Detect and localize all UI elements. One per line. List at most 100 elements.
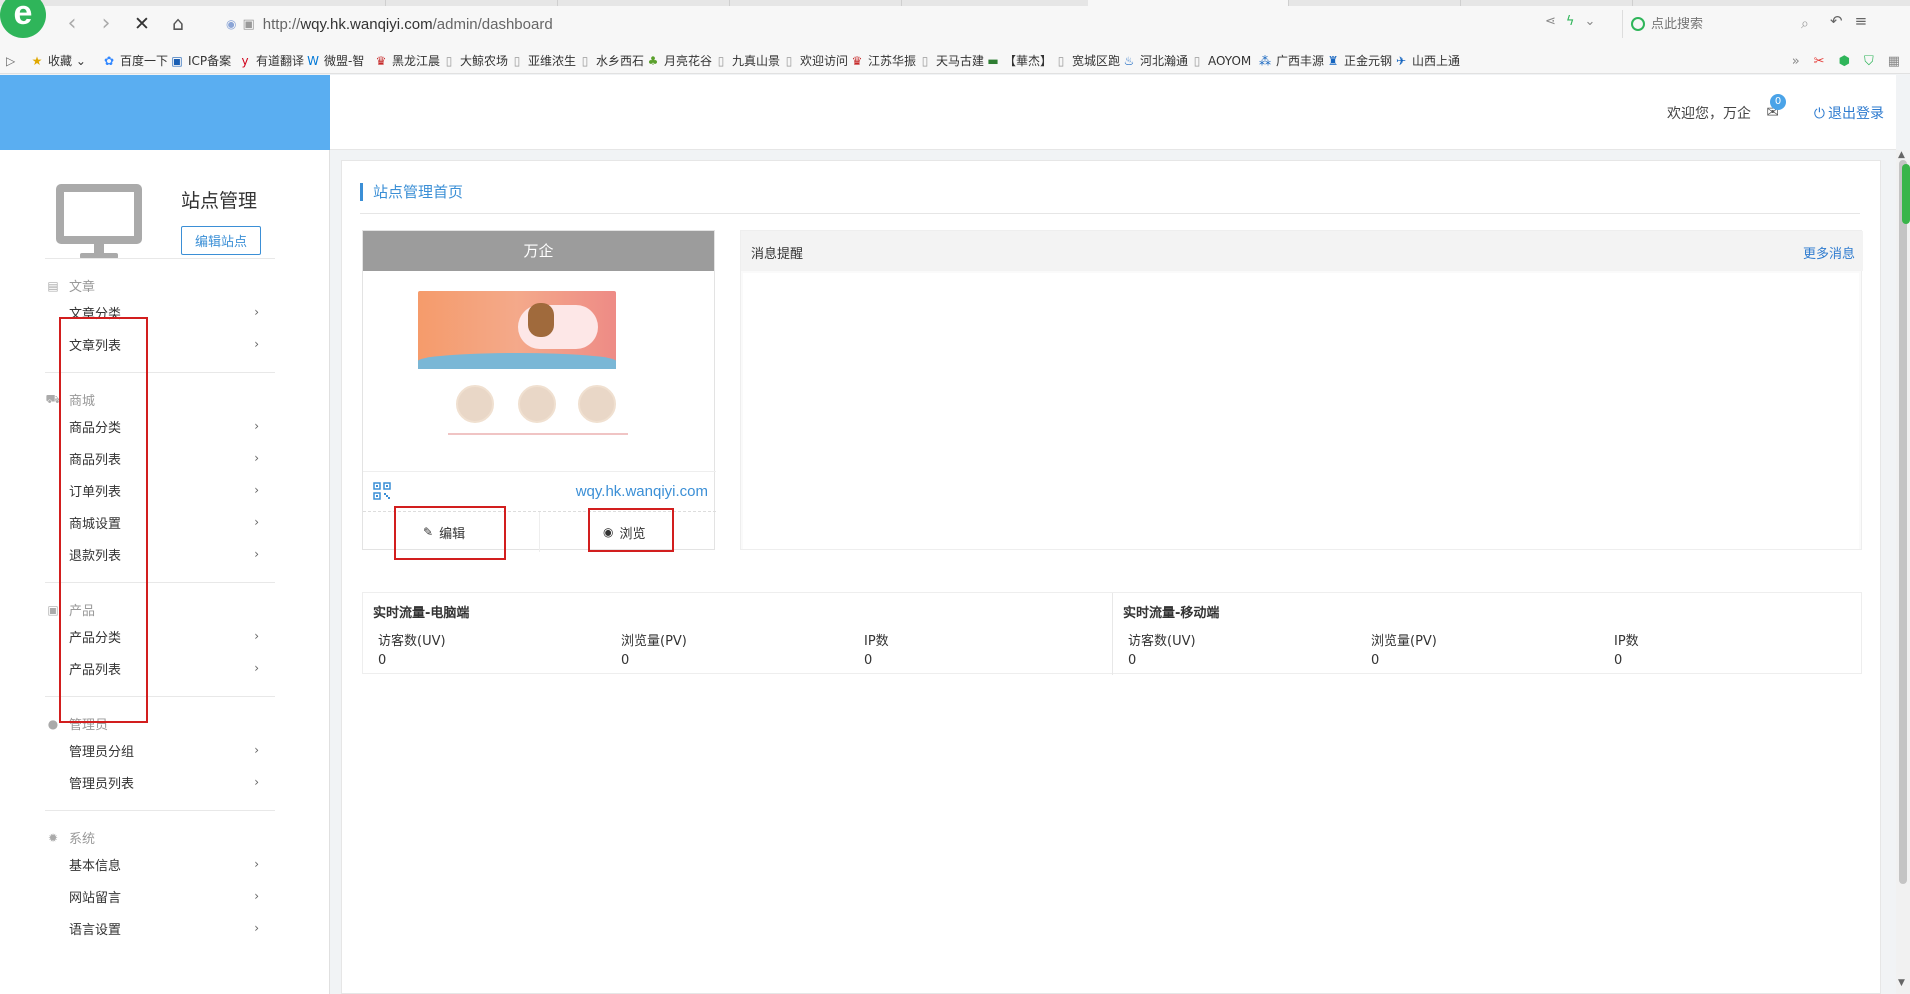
welcome-text: 欢迎您，万企 bbox=[1667, 106, 1751, 122]
metric-value: 0 bbox=[621, 653, 630, 668]
security-icon: ◉ bbox=[226, 17, 237, 31]
page-icon: ▯ bbox=[1057, 53, 1065, 68]
speed-icon[interactable]: ϟ bbox=[1566, 14, 1575, 29]
menu-item-label: 基本信息 bbox=[69, 858, 122, 874]
bookmark-label: 百度一下 bbox=[120, 54, 169, 68]
bookmark-item[interactable]: ★ 收藏 ⌄ bbox=[30, 48, 102, 73]
search-icon[interactable]: ⌕ bbox=[1801, 16, 1809, 32]
edit-site-button[interactable]: 编辑站点 bbox=[181, 226, 261, 255]
chevron-right-icon: › bbox=[254, 889, 259, 903]
w-icon: W bbox=[307, 53, 319, 68]
bookmark-item[interactable]: ⁂ 广西丰源 bbox=[1258, 48, 1326, 73]
hebei-icon: ♨ bbox=[1123, 53, 1135, 68]
more-bookmarks-icon[interactable]: » bbox=[1792, 54, 1800, 69]
menu-item-label: 管理员分组 bbox=[69, 744, 135, 760]
shield-icon[interactable]: ⛉ bbox=[1864, 54, 1874, 69]
menu-item[interactable]: 语言设置 › bbox=[69, 916, 259, 940]
bookmark-item[interactable]: ♛ 黑龙江晨 bbox=[374, 48, 442, 73]
bookmark-item[interactable]: ✿ 百度一下 bbox=[102, 48, 170, 73]
bookmark-item[interactable]: ▯ 水乡西石 bbox=[578, 48, 646, 73]
bookmark-item[interactable]: ♛ 江苏华振 bbox=[850, 48, 918, 73]
home-icon[interactable]: ⌂ bbox=[166, 12, 190, 36]
bookmark-label: 江苏华振 bbox=[868, 54, 917, 68]
page-icon: ▯ bbox=[921, 53, 929, 68]
qr-code-icon[interactable] bbox=[373, 482, 391, 500]
grid-icon[interactable]: ▦ bbox=[1888, 54, 1900, 69]
icp-icon: ▣ bbox=[171, 53, 183, 68]
bookmark-label: 微盟-智 bbox=[324, 54, 365, 68]
menu-section-4: ✹ 系统 bbox=[45, 828, 95, 848]
bookmark-item[interactable]: ♨ 河北瀚通 bbox=[1122, 48, 1190, 73]
address-url[interactable]: http://wqy.hk.wanqiyi.com/admin/dashboar… bbox=[263, 16, 553, 33]
site-card-title: 万企 bbox=[363, 231, 714, 271]
sidebar-toggle-icon[interactable]: ▷ bbox=[0, 48, 30, 73]
scroll-up-icon[interactable]: ▲ bbox=[1898, 150, 1905, 160]
scissors-icon[interactable]: ✂ bbox=[1814, 54, 1825, 69]
menu-item[interactable]: 管理员列表 › bbox=[69, 770, 259, 794]
bookmark-item[interactable]: ▬ 【華杰】 bbox=[986, 48, 1054, 73]
traffic-title: 实时流量-电脑端 bbox=[373, 606, 470, 621]
search-box[interactable]: ⌕ bbox=[1622, 10, 1812, 38]
gear-icon: ✹ bbox=[47, 830, 59, 845]
metric-label: 浏览量(PV) bbox=[621, 634, 687, 649]
bookmark-item[interactable]: W 微盟-智 bbox=[306, 48, 374, 73]
page-icon: ▯ bbox=[785, 53, 793, 68]
share-icon[interactable]: ⋖ bbox=[1545, 14, 1556, 29]
menu-item[interactable]: 基本信息 › bbox=[69, 852, 259, 876]
scroll-thumb[interactable] bbox=[1899, 160, 1910, 884]
youdao-icon: y bbox=[241, 53, 249, 68]
bookmark-item[interactable]: ▯ 宽城区跑 bbox=[1054, 48, 1122, 73]
menu-item-label: 管理员列表 bbox=[69, 776, 135, 792]
menu-icon[interactable]: ≡ bbox=[1855, 12, 1868, 30]
message-panel: 消息提醒 更多消息 bbox=[740, 230, 1863, 550]
logout-link[interactable]: ⏻ 退出登录 bbox=[1814, 103, 1884, 123]
bookmark-item[interactable]: ♜ 正金元钢 bbox=[1326, 48, 1394, 73]
page-info-icon[interactable]: ▣ bbox=[242, 17, 254, 32]
bookmark-item[interactable]: ▯ 大鲸农场 bbox=[442, 48, 510, 73]
browser-toolbar: e ‹ › ✕ ⌂ ◉ ▣ http://wqy.hk.wanqiyi.com/… bbox=[0, 0, 1910, 48]
bookmark-item[interactable]: ▣ ICP备案 bbox=[170, 48, 238, 73]
scroll-indicator bbox=[1902, 164, 1910, 224]
menu-item[interactable]: 管理员分组 › bbox=[69, 738, 259, 762]
search-engine-icon[interactable] bbox=[1631, 17, 1645, 31]
bookmark-item[interactable]: ▯ 欢迎访问 bbox=[782, 48, 850, 73]
bookmark-item[interactable]: y 有道翻译 bbox=[238, 48, 306, 73]
traffic-stats: 实时流量-电脑端 访客数(UV) 0 浏览量(PV) 0 IP数 0 实时流量-移动端 访客数… bbox=[362, 592, 1862, 675]
extension-icon[interactable]: ⬢ bbox=[1839, 54, 1850, 69]
browser-logo-icon[interactable]: e bbox=[0, 0, 46, 38]
active-tab[interactable] bbox=[1088, 0, 1288, 6]
bookmark-item[interactable]: ✈ 山西上通 bbox=[1394, 48, 1462, 73]
bookmark-label: 黑龙江晨 bbox=[392, 54, 441, 68]
site-thumbnail[interactable] bbox=[418, 281, 663, 435]
metric-label: IP数 bbox=[1614, 634, 1639, 649]
bookmark-item[interactable]: ▯ 九真山景 bbox=[714, 48, 782, 73]
traffic-desktop: 实时流量-电脑端 访客数(UV) 0 浏览量(PV) 0 IP数 0 bbox=[363, 593, 1112, 675]
address-bar[interactable]: ◉ ▣ http://wqy.hk.wanqiyi.com/admin/dash… bbox=[208, 10, 1528, 38]
forward-icon[interactable]: › bbox=[94, 12, 118, 36]
scroll-down-icon[interactable]: ▼ bbox=[1898, 978, 1905, 988]
bookmark-item[interactable]: ▯ AOYOM bbox=[1190, 48, 1258, 73]
bookmark-item[interactable]: ♣ 月亮花谷 bbox=[646, 48, 714, 73]
bookmark-label: 有道翻译 bbox=[256, 54, 305, 68]
site-url-row: wqy.hk.wanqiyi.com bbox=[363, 471, 716, 511]
bookmark-item[interactable]: ▯ 天马古建 bbox=[918, 48, 986, 73]
site-url-link[interactable]: wqy.hk.wanqiyi.com bbox=[576, 483, 708, 500]
bookmark-label: 月亮花谷 bbox=[664, 54, 713, 68]
menu-section-title: 文章 bbox=[69, 280, 96, 295]
page-scrollbar[interactable]: ▲ ▼ bbox=[1896, 150, 1910, 994]
chevron-right-icon: › bbox=[254, 857, 259, 871]
bookmark-label: 山西上通 bbox=[1412, 54, 1461, 68]
menu-item[interactable]: 网站留言 › bbox=[69, 884, 259, 908]
top-header: 欢迎您，万企 ✉ 0 ⏻ 退出登录 bbox=[330, 75, 1896, 150]
more-messages-link[interactable]: 更多消息 bbox=[1803, 243, 1855, 262]
undo-icon[interactable]: ↶ bbox=[1830, 12, 1843, 30]
search-input[interactable] bbox=[1651, 16, 1801, 32]
metric-label: IP数 bbox=[864, 634, 889, 649]
page-icon: ▯ bbox=[581, 53, 589, 68]
bookmark-item[interactable]: ▯ 亚维浓生 bbox=[510, 48, 578, 73]
back-icon[interactable]: ‹ bbox=[60, 12, 84, 36]
sidebar: 站点管理 编辑站点 ▤ 文章 文章分类 › 文章列表 › ⛟ 商城 商品分类 › 商品列表 › 订单列表… bbox=[0, 150, 330, 994]
dropdown-icon[interactable]: ⌄ bbox=[1584, 14, 1595, 29]
metric-value: 0 bbox=[1614, 653, 1623, 668]
stop-loading-icon[interactable]: ✕ bbox=[130, 12, 154, 36]
